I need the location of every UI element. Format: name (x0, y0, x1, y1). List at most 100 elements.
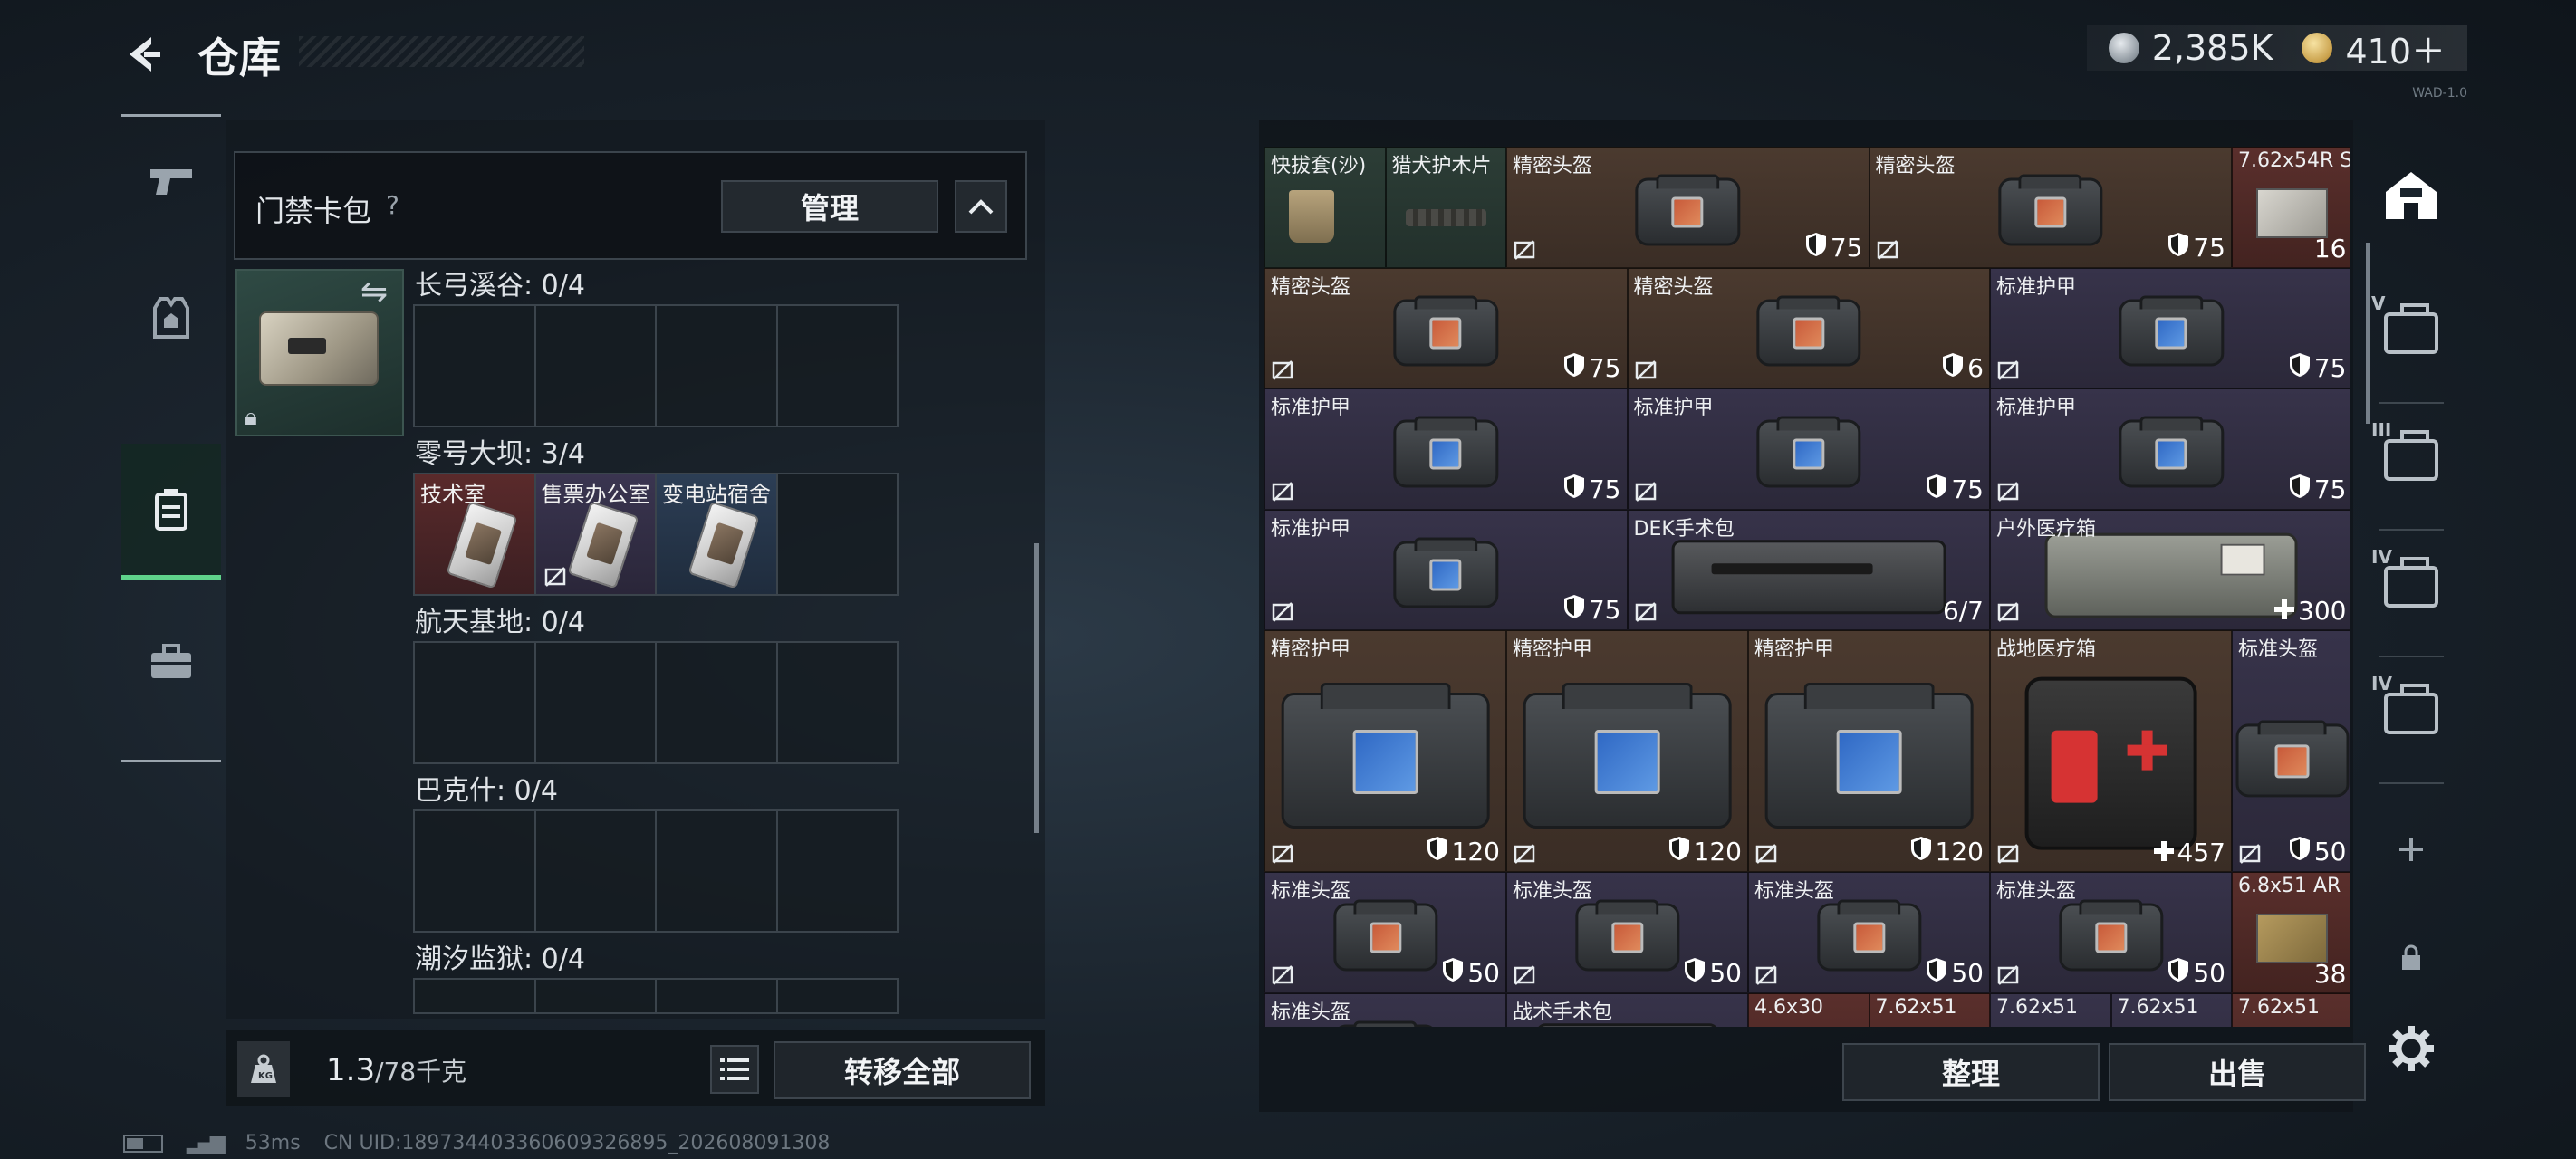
help-icon[interactable]: ? (386, 190, 399, 220)
keycard-slot-empty[interactable] (657, 980, 778, 1012)
case-IV-b-button[interactable]: IV (2371, 673, 2447, 750)
storage-item[interactable]: 7.62x54R SNB 16 (2232, 147, 2350, 268)
main-storage-button[interactable] (2375, 159, 2447, 232)
supplies-tab[interactable] (121, 594, 221, 730)
storage-item[interactable]: 标准头盔 50 (1264, 872, 1506, 993)
lock-icon (2402, 944, 2420, 970)
storage-item[interactable]: 快拔套(沙) (1264, 147, 1386, 268)
keycard-slot-empty[interactable] (777, 643, 897, 762)
case-III-button[interactable]: III (2371, 419, 2447, 496)
armor-image (1393, 537, 1498, 608)
keycard-slot-empty[interactable] (415, 980, 536, 1012)
item-name: 7.62x54R SNB (2238, 149, 2350, 172)
helmet-image (1393, 295, 1498, 367)
back-button[interactable] (116, 27, 170, 81)
keycard-slot-empty[interactable] (415, 811, 536, 931)
keycard-slot-empty[interactable] (415, 643, 536, 762)
item-name: 标准头盔 (1754, 880, 1835, 903)
keycard-slot-empty[interactable] (777, 980, 897, 1012)
keycard-slot-filled[interactable]: 变电站宿舍 (657, 474, 778, 594)
storage-item[interactable]: 标准头盔 (1264, 992, 1506, 1027)
storage-item[interactable]: 精密头盔 75 (1506, 147, 1870, 268)
left-scrollbar[interactable] (1034, 543, 1039, 833)
settings-button[interactable] (2375, 1012, 2447, 1085)
storage-item[interactable]: 精密头盔 6 (1627, 267, 1990, 388)
keycard-slot-filled[interactable]: 技术室 (415, 474, 536, 594)
card-holder-icon (155, 488, 187, 531)
keycard-slot-empty[interactable] (777, 811, 897, 931)
storage-item[interactable]: 标准头盔 50 (1506, 872, 1748, 993)
storage-item[interactable]: 猎犬护木片 (1385, 147, 1506, 268)
storage-item[interactable]: 7.62x51 (1869, 992, 1990, 1027)
keycard-slot-empty[interactable] (777, 474, 897, 594)
list-view-button[interactable] (710, 1045, 759, 1094)
case-V-button[interactable]: V (2371, 292, 2447, 369)
ammo-image (2256, 187, 2329, 238)
item-value: 6 (1942, 352, 1984, 384)
locked-case-button[interactable] (2375, 922, 2447, 994)
storage-item[interactable]: 标准护甲 75 (1627, 388, 1990, 510)
item-name: 标准护甲 (1633, 397, 1714, 419)
storage-item[interactable]: 精密护甲 120 (1748, 630, 1990, 872)
storage-case-rail: V III IV IV (2366, 125, 2456, 1121)
storage-item[interactable]: 精密头盔 75 (1869, 147, 2232, 268)
item-name: 精密护甲 (1513, 638, 1593, 661)
keycard-slot-empty[interactable] (535, 306, 657, 426)
item-name: 标准头盔 (1513, 880, 1593, 903)
storage-item[interactable]: 7.62x51 (1990, 992, 2111, 1027)
storage-item[interactable]: DEK手术包 6/7 (1627, 509, 1990, 630)
storage-item[interactable]: 战地医疗箱 457 (1990, 630, 2232, 872)
keycard-slot-filled[interactable]: 售票办公室 (535, 474, 657, 594)
gold-amount[interactable]: 410＋ (2345, 24, 2446, 73)
keycard-slot-empty[interactable] (535, 643, 657, 762)
storage-item[interactable]: 标准头盔 50 (2232, 630, 2350, 872)
armor-icon (1684, 957, 1706, 989)
storage-item[interactable]: 标准护甲 75 (1264, 388, 1628, 510)
storage-item[interactable]: 标准护甲 75 (1990, 267, 2350, 388)
armor-image (2119, 416, 2224, 488)
outdoor-medkit-image (2044, 532, 2298, 619)
equipment-tab[interactable] (121, 250, 221, 386)
item-value: 50 (1684, 957, 1742, 989)
no-sell-icon (1996, 600, 2020, 624)
keycard-slot-empty[interactable] (415, 306, 536, 426)
keycard-slot-empty[interactable] (657, 643, 778, 762)
collapse-button[interactable] (955, 180, 1007, 233)
storage-item[interactable]: 7.62x51 (2110, 992, 2232, 1027)
keycard-slot-empty[interactable] (535, 811, 657, 931)
storage-item[interactable]: 精密护甲 120 (1506, 630, 1748, 872)
storage-item[interactable]: 6.8x51 AR 38 (2232, 872, 2350, 993)
sell-button[interactable]: 出售 (2109, 1043, 2366, 1101)
storage-item[interactable]: 标准护甲 75 (1990, 388, 2350, 510)
no-sell-icon (543, 565, 569, 590)
case-tier-label: IV (2371, 673, 2392, 694)
rail-separator (2379, 529, 2444, 531)
storage-item[interactable]: 标准头盔 50 (1748, 872, 1990, 993)
storage-item[interactable]: 标准头盔 50 (1990, 872, 2232, 993)
keycard-slot-empty[interactable] (657, 306, 778, 426)
case-IV-a-button[interactable]: IV (2371, 546, 2447, 623)
keycard-slot-empty[interactable] (535, 980, 657, 1012)
keycard-title: 门禁卡包 (255, 194, 372, 228)
swap-icon[interactable]: ⇋ (360, 273, 388, 311)
storage-item[interactable]: 4.6x30 (1748, 992, 1870, 1027)
storage-item[interactable]: 精密护甲 120 (1264, 630, 1506, 872)
transfer-all-button[interactable]: 转移全部 (774, 1041, 1031, 1099)
signal-icon: ▂▄▆ (187, 1132, 226, 1154)
item-name: 标准头盔 (1271, 880, 1351, 903)
storage-item[interactable]: 精密头盔 75 (1264, 267, 1628, 388)
keycards-tab[interactable] (121, 444, 221, 580)
keycard-image (687, 501, 760, 589)
weapons-tab[interactable] (121, 114, 221, 250)
manage-button[interactable]: 管理 (721, 180, 938, 233)
no-sell-icon (1271, 600, 1294, 624)
storage-item[interactable]: 户外医疗箱 300 (1990, 509, 2350, 630)
storage-item[interactable]: 战术手术包 (1506, 992, 1748, 1027)
storage-item[interactable]: 7.62x51 (2232, 992, 2350, 1027)
storage-item[interactable]: 标准护甲 75 (1264, 509, 1628, 630)
sort-button[interactable]: 整理 (1842, 1043, 2100, 1101)
add-case-button[interactable] (2375, 813, 2447, 886)
armor-icon (1926, 474, 1947, 505)
keycard-slot-empty[interactable] (777, 306, 897, 426)
keycard-slot-empty[interactable] (657, 811, 778, 931)
